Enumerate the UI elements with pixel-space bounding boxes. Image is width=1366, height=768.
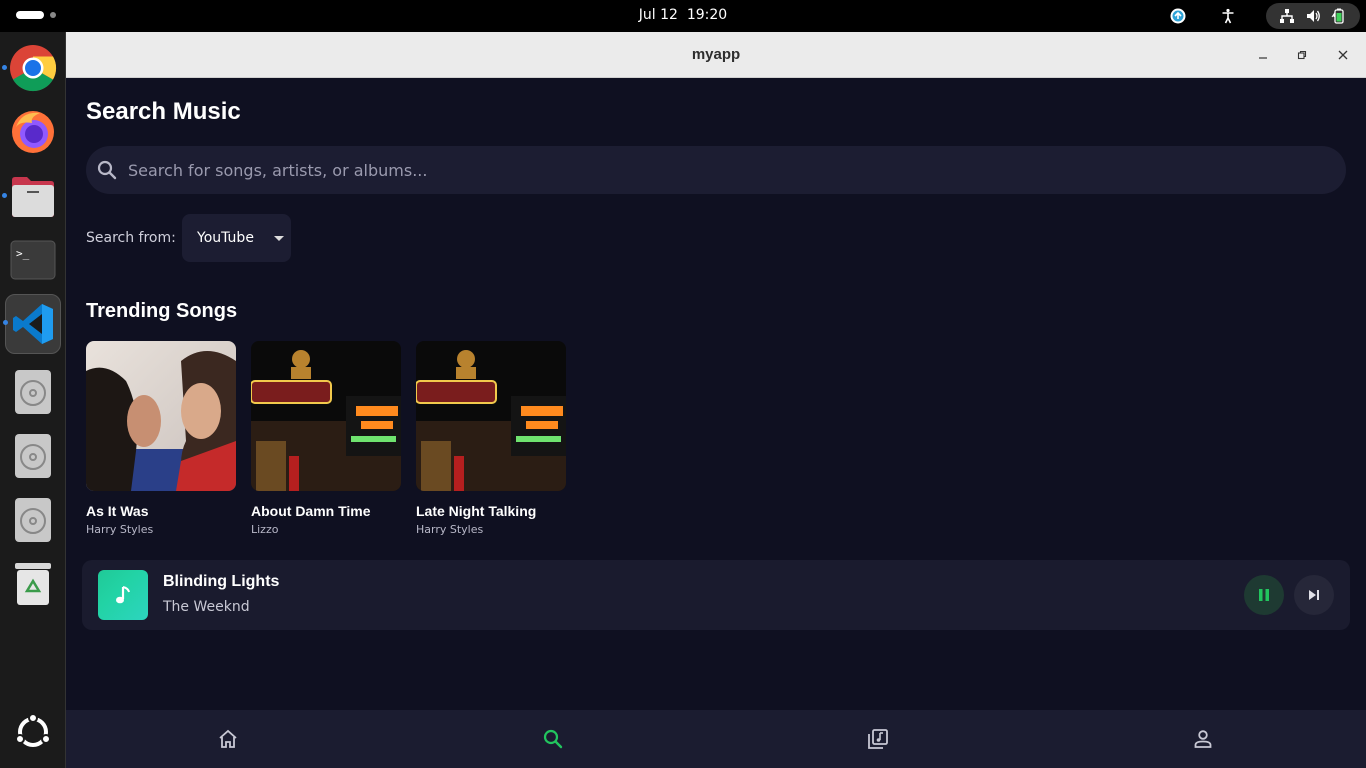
song-title: As It Was: [86, 503, 149, 519]
minimize-icon: [1259, 57, 1267, 59]
files-icon: [12, 177, 54, 217]
window-title: myapp: [691, 46, 741, 63]
trash-icon: [15, 563, 51, 605]
workspace-dot: [50, 12, 56, 18]
pause-button[interactable]: [1244, 575, 1284, 615]
terminal-icon: >_: [10, 240, 56, 280]
close-icon: [1338, 50, 1348, 60]
minimize-button[interactable]: [1253, 45, 1273, 65]
skip-next-button[interactable]: [1294, 575, 1334, 615]
dock-files[interactable]: [2, 168, 61, 224]
song-card[interactable]: About Damn Time Lizzo: [251, 341, 401, 536]
song-title: About Damn Time: [251, 503, 371, 519]
dock-disc-2[interactable]: [5, 428, 61, 484]
disc-icon: [15, 370, 51, 414]
album-art: [86, 341, 236, 491]
music-note-icon: [116, 586, 130, 604]
now-playing-art: [98, 570, 148, 620]
person-icon: [1194, 730, 1212, 748]
workspace-active-pill: [16, 11, 44, 19]
home-icon: [219, 729, 237, 748]
disc-icon: [15, 498, 51, 542]
now-playing-artist: The Weeknd: [163, 599, 250, 615]
album-art: [251, 341, 401, 491]
svg-text:>_: >_: [16, 247, 30, 260]
nav-library[interactable]: [864, 725, 892, 753]
search-screen: Search Music Search from: YouTube Trendi…: [66, 78, 1366, 710]
clock[interactable]: Jul 12 19:20: [0, 7, 1366, 23]
app-window: myapp Search Music Search from: YouTube …: [66, 32, 1366, 768]
skip-next-icon: [1309, 590, 1319, 600]
volume-icon: [1303, 6, 1323, 26]
accessibility-icon[interactable]: [1218, 6, 1238, 26]
system-top-bar: Jul 12 19:20: [0, 0, 1366, 32]
search-input[interactable]: [128, 160, 1278, 180]
dock-show-apps[interactable]: [5, 704, 61, 760]
search-icon: [543, 729, 563, 749]
library-icon: [868, 729, 888, 749]
running-indicator: [3, 320, 8, 325]
song-card[interactable]: As It Was Harry Styles: [86, 341, 236, 536]
window-titlebar[interactable]: myapp: [66, 32, 1366, 78]
status-tray[interactable]: [1266, 3, 1360, 29]
battery-icon: [1329, 6, 1349, 26]
song-artist: Lizzo: [251, 523, 279, 536]
close-button[interactable]: [1333, 45, 1353, 65]
vscode-icon: [13, 304, 53, 344]
search-source-label: Search from:: [86, 230, 176, 246]
clock-time: 19:20: [686, 7, 728, 23]
update-icon[interactable]: [1168, 6, 1188, 26]
now-playing-bar[interactable]: Blinding Lights The Weeknd: [82, 560, 1350, 630]
song-title: Late Night Talking: [416, 503, 537, 519]
firefox-icon: [12, 111, 54, 153]
ubuntu-logo-icon: [15, 713, 51, 747]
dock-terminal[interactable]: >_: [5, 232, 61, 288]
song-artist: Harry Styles: [86, 523, 154, 536]
dock-vscode[interactable]: [3, 294, 61, 354]
running-indicator: [2, 65, 7, 70]
activities-indicator[interactable]: [16, 11, 56, 19]
nav-search[interactable]: [539, 725, 567, 753]
song-card[interactable]: Late Night Talking Harry Styles: [416, 341, 566, 536]
dock-chrome[interactable]: [2, 40, 61, 96]
bottom-navigation: [66, 710, 1366, 768]
caret-down-icon: [274, 236, 284, 241]
nav-home[interactable]: [214, 725, 242, 753]
dock-firefox[interactable]: [5, 104, 61, 160]
maximize-button[interactable]: [1292, 45, 1312, 65]
search-bar[interactable]: [86, 146, 1346, 194]
dock-trash[interactable]: [5, 556, 61, 612]
restore-icon: [1297, 50, 1307, 60]
album-art: [416, 341, 566, 491]
dock-disc-3[interactable]: [5, 492, 61, 548]
nav-profile[interactable]: [1189, 725, 1217, 753]
search-source-dropdown[interactable]: YouTube: [182, 214, 291, 262]
search-icon: [97, 160, 117, 180]
pause-icon: [1259, 589, 1269, 601]
song-artist: Harry Styles: [416, 523, 484, 536]
network-icon: [1277, 6, 1297, 26]
disc-icon: [15, 434, 51, 478]
now-playing-title: Blinding Lights: [163, 573, 280, 590]
dock: >_: [0, 32, 66, 768]
search-source-value: YouTube: [197, 230, 254, 246]
section-title-trending: Trending Songs: [86, 300, 238, 322]
dock-disc-1[interactable]: [5, 364, 61, 420]
page-title: Search Music: [86, 98, 241, 125]
chrome-icon: [10, 45, 57, 92]
clock-date: Jul 12: [638, 7, 678, 23]
running-indicator: [2, 193, 7, 198]
